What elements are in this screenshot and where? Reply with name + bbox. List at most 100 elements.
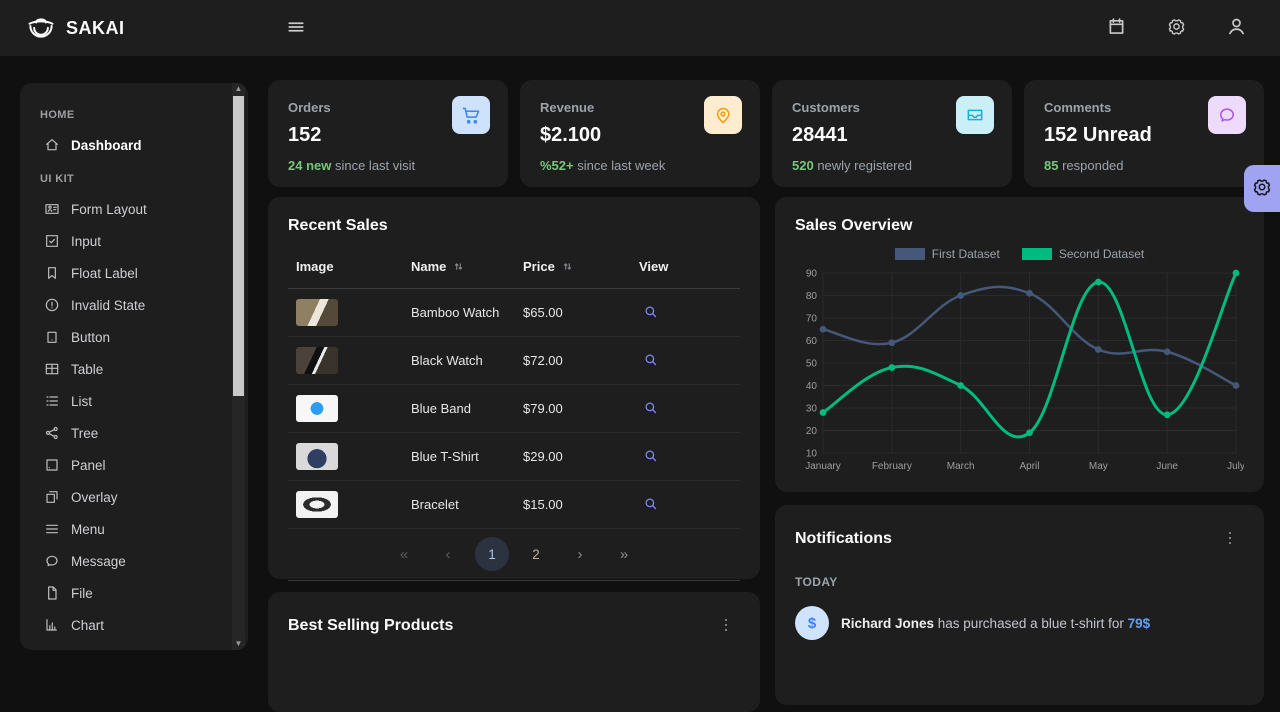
page-button-2[interactable]: 2 (519, 537, 553, 571)
recent-sales-table: Image Name Price View Bamboo Watch$65.00… (288, 245, 740, 529)
file-icon (44, 585, 60, 601)
svg-text:50: 50 (806, 359, 818, 370)
notifications-title: Notifications (795, 530, 892, 548)
search-icon (643, 304, 658, 322)
sidebar-item-input[interactable]: Input (40, 225, 226, 257)
view-product-button[interactable] (639, 300, 662, 326)
sidebar-item-label: Invalid State (71, 298, 145, 313)
notifications-menu-button[interactable] (1216, 525, 1244, 553)
view-product-button[interactable] (639, 444, 662, 470)
sidebar-item-message[interactable]: Message (40, 545, 226, 577)
first-page-button[interactable]: « (387, 537, 421, 571)
sidebar-item-label: Panel (71, 458, 106, 473)
product-name: Black Watch (403, 337, 515, 385)
svg-text:20: 20 (806, 426, 818, 437)
sidebar-item-invalid-state[interactable]: Invalid State (40, 289, 226, 321)
profile-button[interactable] (1218, 10, 1254, 46)
theme-config-button[interactable] (1244, 165, 1280, 212)
circle-icon (44, 649, 60, 650)
sakai-logo-icon (26, 11, 56, 46)
product-image-bracelet (296, 491, 338, 518)
legend-item-first-dataset[interactable]: First Dataset (895, 247, 1000, 261)
col-header-name[interactable]: Name (403, 245, 515, 289)
search-icon (643, 400, 658, 418)
table-icon (44, 361, 60, 377)
sidebar-item-label: Form Layout (71, 202, 147, 217)
hamburger-icon (286, 17, 306, 40)
sidebar-item-label: Menu (71, 522, 105, 537)
alertcircle-icon (44, 297, 60, 313)
table-row: Bamboo Watch$65.00 (288, 289, 740, 337)
home-icon (44, 137, 60, 153)
view-product-button[interactable] (639, 396, 662, 422)
sidebar-item-button[interactable]: Button (40, 321, 226, 353)
sidebar-item-overlay[interactable]: Overlay (40, 481, 226, 513)
topbar: SAKAI (0, 0, 1280, 56)
menu-toggle-button[interactable] (278, 10, 314, 46)
chartbar-icon (44, 617, 60, 633)
legend-item-second-dataset[interactable]: Second Dataset (1022, 247, 1144, 261)
sidebar-item-label: Float Label (71, 266, 138, 281)
sidebar-item-misc[interactable]: Misc (40, 641, 226, 650)
recent-sales-title: Recent Sales (288, 217, 740, 235)
sidebar-scrollbar[interactable]: ▲ ▼ (232, 83, 245, 650)
sidebar-item-label: Button (71, 330, 110, 345)
sidebar-item-label: Overlay (71, 490, 118, 505)
sidebar-item-panel[interactable]: Panel (40, 449, 226, 481)
gear-icon (1166, 16, 1187, 40)
table-row: Blue Band$79.00 (288, 385, 740, 433)
product-image-blue-band (296, 395, 338, 422)
view-product-button[interactable] (639, 348, 662, 374)
settings-button[interactable] (1158, 10, 1194, 46)
best-selling-menu-button[interactable] (712, 612, 740, 640)
stats-row: Orders15224 new since last visitRevenue$… (268, 80, 1264, 187)
col-header-price[interactable]: Price (515, 245, 631, 289)
sidebar-item-dashboard[interactable]: Dashboard (40, 129, 226, 161)
search-icon (643, 448, 658, 466)
sales-line-chart: 102030405060708090JanuaryFebruaryMarchAp… (795, 265, 1244, 477)
svg-text:60: 60 (806, 336, 818, 347)
page-button-1[interactable]: 1 (475, 537, 509, 571)
product-image-black-watch (296, 347, 338, 374)
app-logo[interactable]: SAKAI (0, 11, 254, 46)
view-product-button[interactable] (639, 492, 662, 518)
svg-text:April: April (1019, 461, 1039, 472)
sort-icon (452, 260, 465, 273)
last-page-button[interactable]: » (607, 537, 641, 571)
product-price: $79.00 (515, 385, 631, 433)
sidebar: HOMEDashboardUI KITForm LayoutInputFloat… (20, 83, 248, 650)
tree-icon (44, 425, 60, 441)
sidebar-item-list[interactable]: List (40, 385, 226, 417)
next-page-button[interactable]: › (563, 537, 597, 571)
legend-swatch (1022, 248, 1052, 260)
svg-text:June: June (1156, 461, 1178, 472)
sidebar-item-form-layout[interactable]: Form Layout (40, 193, 226, 225)
legend-label: First Dataset (932, 247, 1000, 261)
bars-icon (44, 521, 60, 537)
table-row: Black Watch$72.00 (288, 337, 740, 385)
sidebar-item-tree[interactable]: Tree (40, 417, 226, 449)
svg-text:March: March (947, 461, 975, 472)
best-selling-title: Best Selling Products (288, 617, 453, 635)
sidebar-item-label: Input (71, 234, 101, 249)
sidebar-item-menu[interactable]: Menu (40, 513, 226, 545)
bookmark-icon (44, 265, 60, 281)
recent-sales-card: Recent Sales Image Name Price View Bambo… (268, 197, 760, 579)
user-icon (1226, 16, 1247, 40)
chart-legend: First Dataset Second Dataset (795, 247, 1244, 261)
cart-icon (452, 96, 490, 134)
sidebar-item-label: List (71, 394, 92, 409)
sidebar-item-file[interactable]: File (40, 577, 226, 609)
sidebar-item-label: Dashboard (71, 138, 142, 153)
product-name: Blue Band (403, 385, 515, 433)
sidebar-item-table[interactable]: Table (40, 353, 226, 385)
sidebar-item-label: Tree (71, 426, 98, 441)
calendar-button[interactable] (1098, 10, 1134, 46)
sidebar-item-chart[interactable]: Chart (40, 609, 226, 641)
sidebar-item-float-label[interactable]: Float Label (40, 257, 226, 289)
svg-text:90: 90 (806, 269, 818, 280)
scrollbar-thumb[interactable] (233, 96, 244, 396)
scroll-up-icon[interactable]: ▲ (232, 83, 245, 95)
svg-text:30: 30 (806, 404, 818, 415)
prev-page-button[interactable]: ‹ (431, 537, 465, 571)
